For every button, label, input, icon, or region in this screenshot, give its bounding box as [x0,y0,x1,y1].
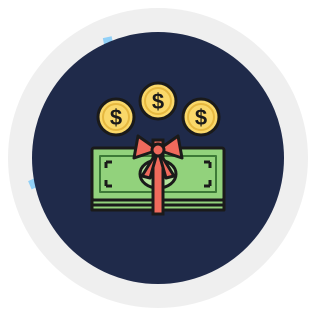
badge-graphic: $ $ $ [8,8,308,308]
coin-symbol: $ [195,105,207,130]
coin-icon: $ [138,81,178,121]
coin-symbol: $ [110,105,122,130]
money-gift-icon: $ $ $ [90,81,226,216]
coin-symbol: $ [152,89,164,114]
coin-icon: $ [96,97,136,137]
coin-icon: $ [181,97,221,137]
money-gift-badge: $ $ $ [0,0,311,312]
